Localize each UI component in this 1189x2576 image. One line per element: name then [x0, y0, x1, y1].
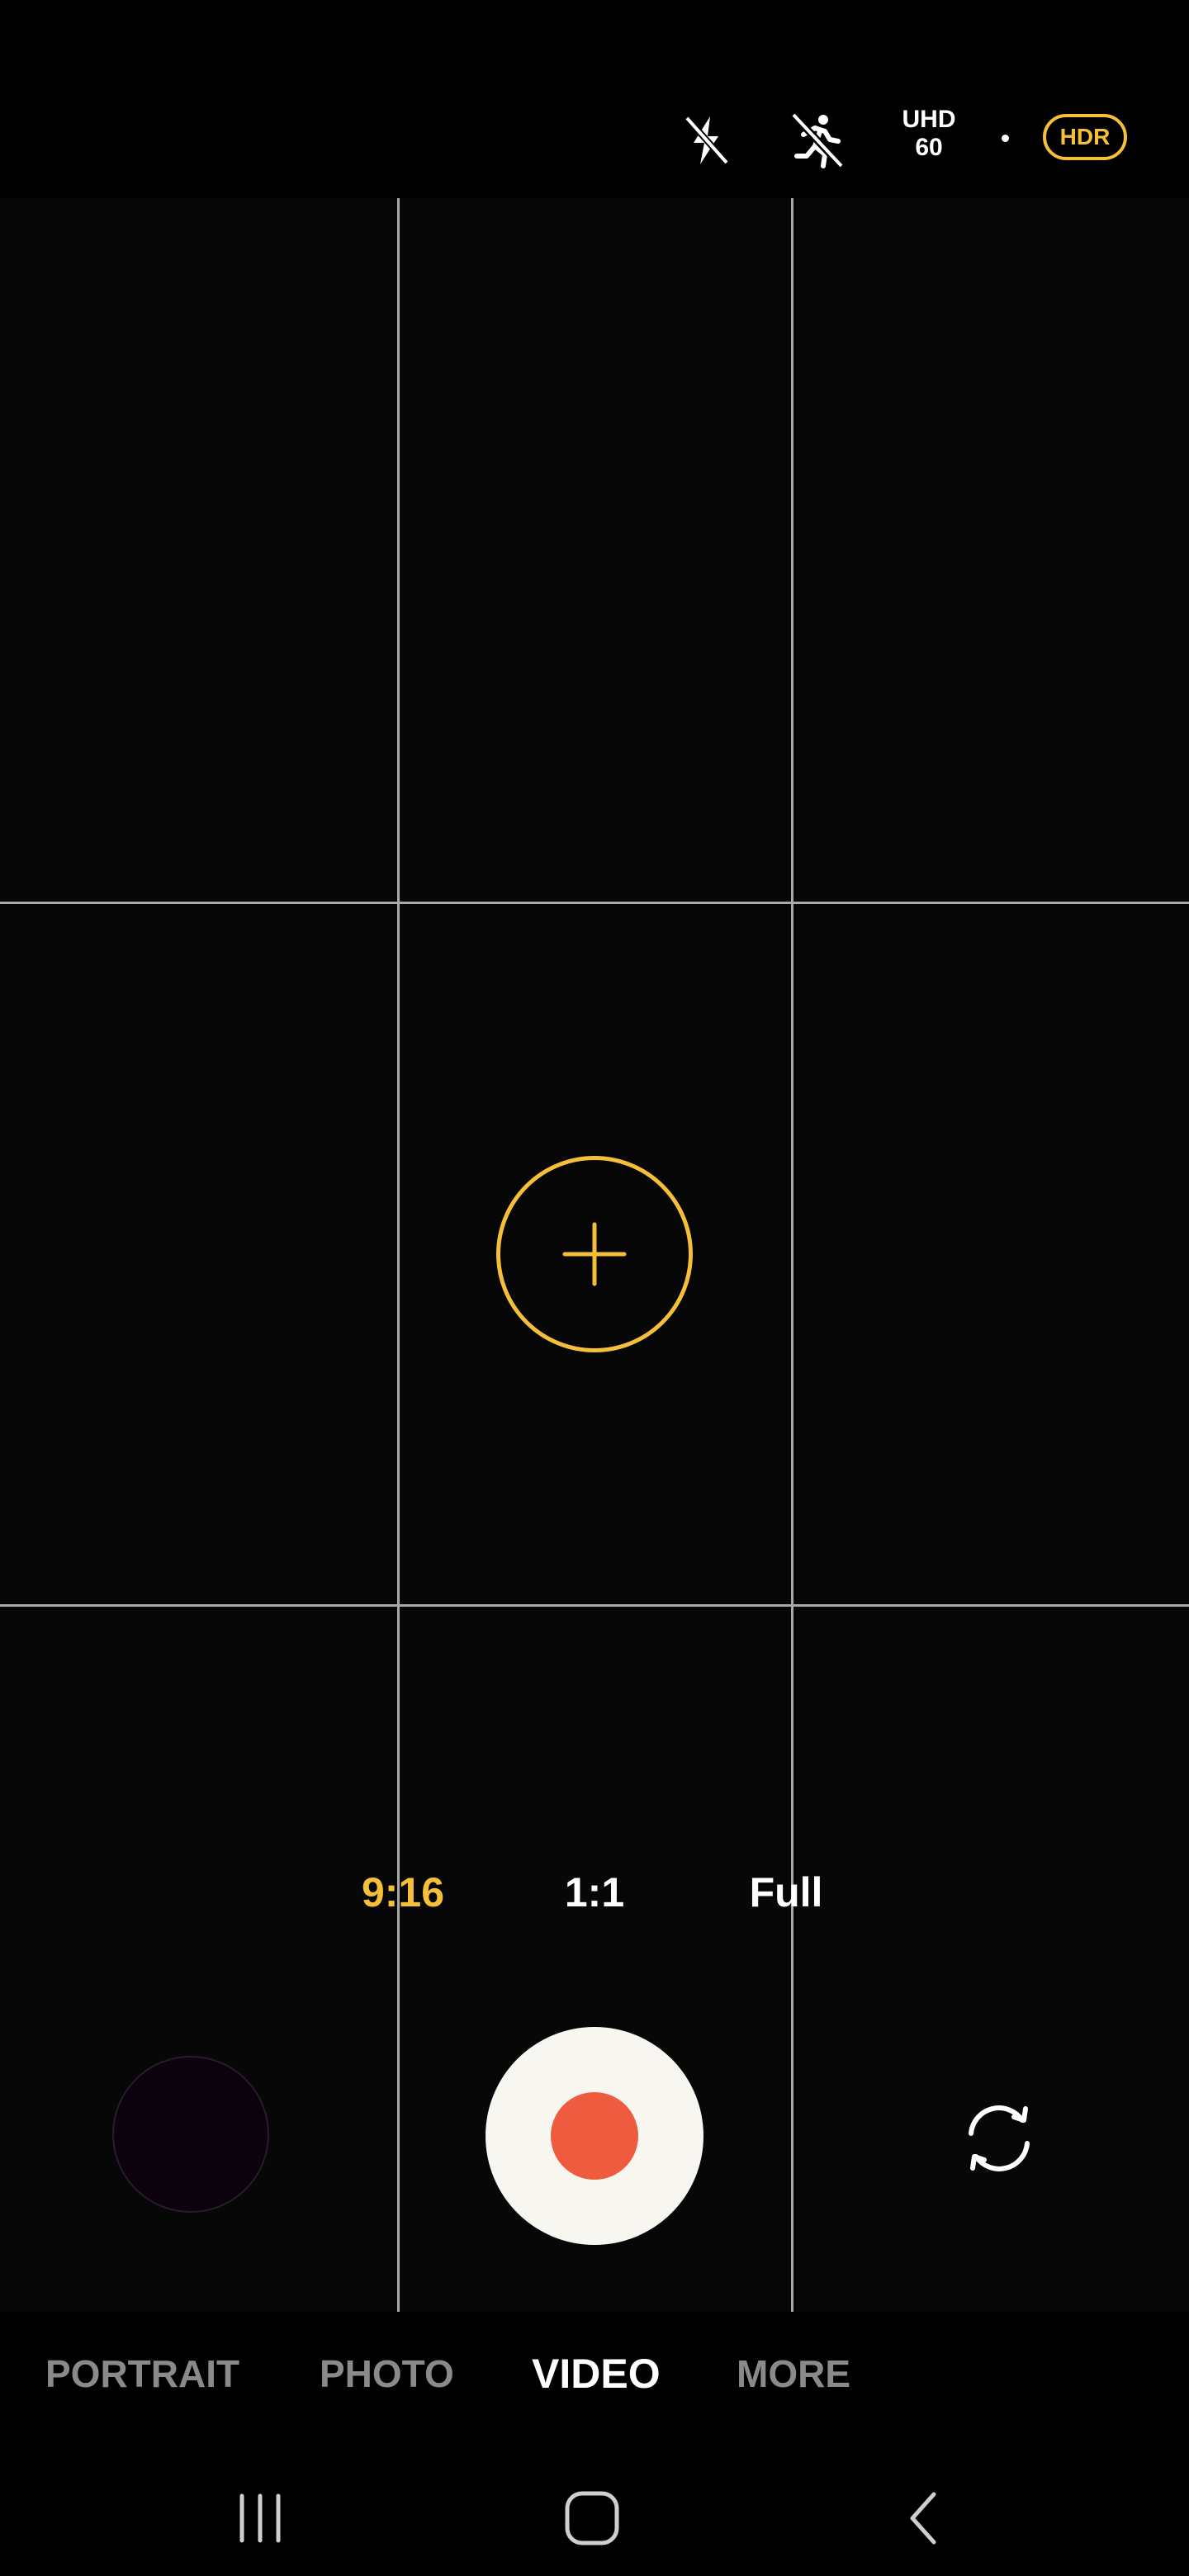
record-icon: [551, 2092, 638, 2180]
plus-icon: [562, 1222, 627, 1286]
mode-photo[interactable]: PHOTO: [320, 2345, 454, 2403]
focus-ring[interactable]: [496, 1156, 693, 1352]
recents-icon: [239, 2493, 281, 2543]
home-button[interactable]: [542, 2477, 642, 2559]
separator-dot: [1002, 135, 1009, 142]
grid-line-horizontal: [0, 1604, 1189, 1607]
aspect-ratio-9-16[interactable]: 9:16: [320, 1868, 486, 1917]
grid-line-vertical: [397, 198, 400, 2312]
framerate-label: 60: [915, 134, 943, 161]
camera-switch-button[interactable]: [950, 2089, 1049, 2188]
camera-settings-bar: [0, 0, 1189, 198]
flash-off-glyph: [685, 116, 729, 165]
motion-off-icon[interactable]: [768, 91, 867, 190]
mode-video[interactable]: VIDEO: [532, 2345, 661, 2403]
aspect-ratio-full[interactable]: Full: [703, 1868, 869, 1917]
back-button[interactable]: [875, 2477, 974, 2559]
grid-line-vertical: [791, 198, 793, 2312]
home-icon: [565, 2491, 619, 2545]
grid-line-horizontal: [0, 902, 1189, 904]
mode-portrait[interactable]: PORTRAIT: [45, 2345, 239, 2403]
aspect-ratio-1-1[interactable]: 1:1: [512, 1868, 677, 1917]
back-icon: [910, 2492, 936, 2545]
mode-more[interactable]: MORE: [737, 2345, 850, 2403]
gallery-thumbnail[interactable]: [112, 2056, 269, 2213]
running-person-glyph: [790, 111, 845, 169]
hdr-toggle[interactable]: HDR: [1043, 114, 1127, 160]
recents-button[interactable]: [211, 2477, 310, 2559]
video-resolution-setting[interactable]: UHD 60: [883, 106, 974, 162]
record-button[interactable]: [486, 2027, 703, 2245]
camera-switch-icon: [969, 2105, 1030, 2171]
resolution-label: UHD: [902, 106, 956, 133]
flash-off-icon[interactable]: [656, 91, 756, 190]
